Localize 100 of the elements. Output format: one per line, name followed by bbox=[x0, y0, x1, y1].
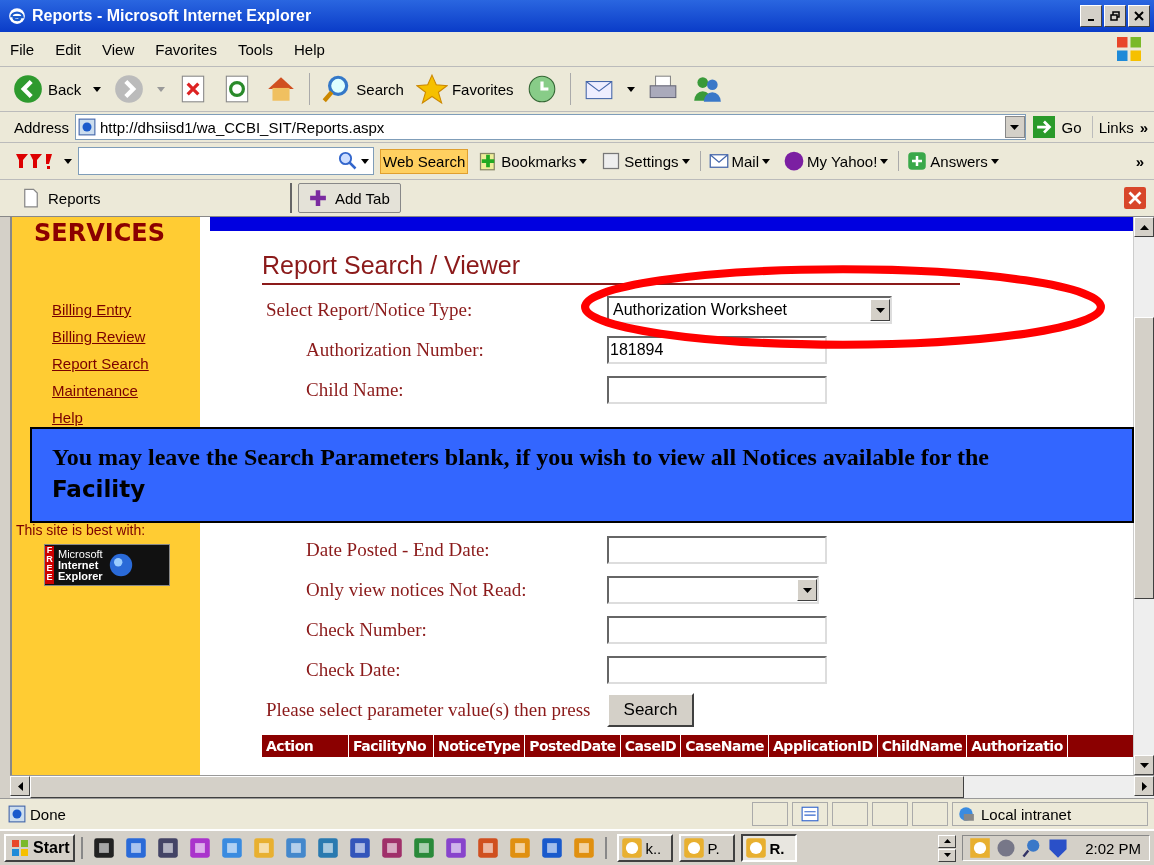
close-button[interactable] bbox=[1128, 5, 1150, 27]
down-arrow-icon bbox=[1139, 762, 1149, 768]
restore-icon bbox=[1110, 11, 1120, 21]
column-header[interactable]: Authorizatio bbox=[967, 735, 1068, 757]
quick-launch-icon[interactable] bbox=[157, 837, 180, 859]
input-field[interactable] bbox=[607, 656, 827, 684]
menu-item[interactable]: Tools bbox=[237, 40, 273, 58]
badge-text: Microsoft bbox=[58, 548, 103, 560]
quick-launch-icon[interactable] bbox=[93, 837, 116, 859]
menu-item[interactable]: Favorites bbox=[155, 40, 217, 58]
browser-icon bbox=[8, 7, 26, 25]
page-heading: Report Search / Viewer bbox=[262, 249, 960, 285]
column-header[interactable]: Action bbox=[262, 735, 349, 757]
search-button[interactable]: Search bbox=[607, 693, 694, 727]
browser-tab[interactable]: Add Tab bbox=[298, 183, 401, 213]
envelope-icon bbox=[708, 151, 729, 171]
field-label: Check Number: bbox=[305, 619, 428, 641]
start-button[interactable]: Start bbox=[4, 834, 76, 862]
taskbar-button[interactable]: R. bbox=[741, 834, 798, 862]
column-header[interactable]: CaseName bbox=[681, 735, 770, 757]
column-header[interactable]: FacilityNo bbox=[349, 735, 434, 757]
windows-flag-icon bbox=[1114, 34, 1144, 64]
close-icon bbox=[1134, 11, 1144, 21]
column-header[interactable]: ApplicationID bbox=[769, 735, 878, 757]
sidebar-link[interactable]: Billing Review bbox=[52, 327, 200, 347]
vertical-scrollbar[interactable] bbox=[1133, 217, 1154, 775]
dropdown[interactable]: Authorization Worksheet bbox=[607, 296, 892, 324]
field-label: Child Name: bbox=[305, 379, 405, 401]
menu-item[interactable]: Edit bbox=[55, 40, 82, 58]
document-icon bbox=[801, 805, 819, 823]
input-field[interactable]: 181894 bbox=[607, 336, 827, 364]
scroll-down-button[interactable] bbox=[938, 848, 957, 862]
sidebar-link[interactable]: Billing Entry bbox=[52, 300, 200, 320]
my-yahoo-button[interactable]: My Yahoo! bbox=[780, 151, 893, 171]
restore-button[interactable] bbox=[1104, 5, 1126, 27]
input-field[interactable] bbox=[607, 376, 827, 404]
search-button[interactable]: Search bbox=[309, 73, 404, 105]
caret-icon bbox=[361, 158, 369, 164]
taskbar-button[interactable]: k.. bbox=[617, 834, 674, 862]
web-search-button[interactable]: Web Search bbox=[380, 148, 469, 174]
column-header[interactable]: NoticeType bbox=[434, 735, 526, 757]
field-label: Authorization Number: bbox=[305, 339, 485, 361]
bookmarks-button[interactable]: Bookmarks bbox=[474, 151, 592, 171]
caret-icon bbox=[990, 158, 999, 164]
address-field[interactable]: http://dhsiisd1/wa_CCBI_SIT/Reports.aspx bbox=[75, 114, 1026, 140]
scroll-up-button[interactable] bbox=[938, 834, 957, 848]
menu-item[interactable]: View bbox=[102, 40, 135, 58]
plus-icon bbox=[309, 188, 327, 208]
caret-icon[interactable] bbox=[626, 86, 635, 92]
minimize-button[interactable] bbox=[1080, 5, 1102, 27]
back-button[interactable]: Back bbox=[12, 73, 82, 105]
browser-tab[interactable]: Reports bbox=[12, 183, 292, 213]
go-button[interactable]: Go bbox=[1031, 116, 1093, 138]
horizontal-scrollbar[interactable] bbox=[10, 775, 1154, 798]
status-pane bbox=[832, 802, 868, 826]
dropdown[interactable] bbox=[607, 576, 819, 604]
search-icon bbox=[338, 151, 358, 171]
sidebar-link[interactable]: Help bbox=[52, 408, 200, 428]
caret-icon bbox=[579, 158, 588, 164]
column-header[interactable]: ChildName bbox=[877, 735, 968, 757]
field-label: Check Date: bbox=[305, 659, 402, 681]
favorites-button[interactable]: Favorites bbox=[415, 73, 514, 105]
app-icon bbox=[621, 837, 644, 859]
address-label: Address bbox=[14, 118, 70, 136]
input-field[interactable] bbox=[607, 616, 827, 644]
badge-text: Internet bbox=[58, 559, 100, 571]
input-field[interactable] bbox=[607, 536, 827, 564]
menu-item[interactable]: Help bbox=[294, 40, 325, 58]
caret-icon bbox=[1010, 124, 1020, 130]
shield-icon[interactable] bbox=[1047, 837, 1070, 859]
more-button[interactable]: » bbox=[1139, 118, 1148, 136]
services-heading: SERVICES bbox=[33, 220, 166, 246]
menu-item[interactable]: File bbox=[10, 40, 35, 58]
field-label: Date Posted - End Date: bbox=[305, 539, 491, 561]
column-header[interactable]: CaseID bbox=[620, 735, 682, 757]
status-pane bbox=[872, 802, 908, 826]
settings-button[interactable]: Settings bbox=[597, 151, 694, 171]
sidebar-link[interactable]: Report Search bbox=[52, 354, 200, 374]
callout-text: You may leave the Search Parameters blank, if you wish to view all Notices available for the Facility bbox=[52, 443, 991, 504]
page-icon bbox=[8, 805, 26, 823]
caret-icon[interactable] bbox=[93, 86, 102, 92]
yahoo-search-field[interactable] bbox=[78, 147, 374, 175]
links-button[interactable]: Links bbox=[1098, 118, 1134, 136]
more-button[interactable]: » bbox=[1135, 152, 1144, 170]
caret-icon bbox=[880, 158, 889, 164]
sidebar-link[interactable]: Maintenance bbox=[52, 381, 200, 401]
dropdown-button[interactable] bbox=[1004, 116, 1025, 138]
taskbar-button[interactable]: P. bbox=[679, 834, 736, 862]
left-arrow-icon bbox=[17, 781, 23, 791]
app-icon bbox=[683, 837, 706, 859]
close-tab-icon[interactable] bbox=[1124, 187, 1146, 209]
plus-icon bbox=[907, 151, 928, 171]
mail-button[interactable]: Mail bbox=[699, 151, 774, 171]
answers-button[interactable]: Answers bbox=[898, 151, 1003, 171]
zone-text: Local intranet bbox=[981, 805, 1072, 823]
column-header[interactable]: PostedDate bbox=[525, 735, 621, 757]
caret-icon[interactable] bbox=[64, 158, 72, 164]
status-text: Done bbox=[30, 805, 66, 823]
free-label: FREE bbox=[45, 546, 54, 584]
clock: 2:02 PM bbox=[1085, 839, 1141, 857]
